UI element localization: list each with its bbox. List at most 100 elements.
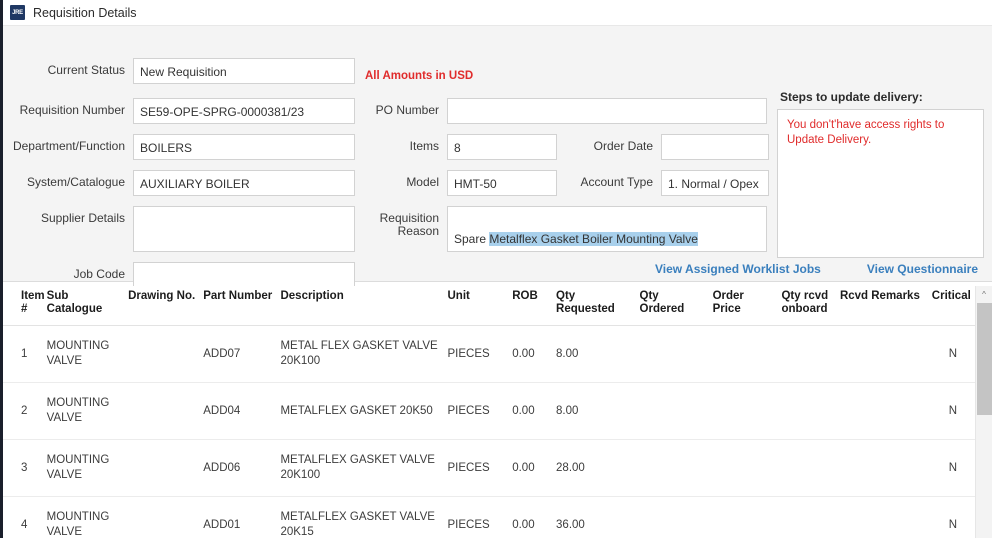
cell-qty-requested: 28.00 xyxy=(552,439,636,497)
label-system-catalogue: System/Catalogue xyxy=(26,175,125,189)
table-row[interactable]: 2 MOUNTING VALVE ADD04 METALFLEX GASKET 20K… xyxy=(3,382,978,440)
label-items: Items xyxy=(409,139,439,153)
input-requisition-reason[interactable]: Spare Metalflex Gasket Boiler Mounting V… xyxy=(447,206,767,252)
requisition-details-page: JRE Requisition Details Current Status N… xyxy=(0,0,992,538)
cell-drawing-no xyxy=(124,325,200,383)
cell-qty-rcvd-onboard xyxy=(777,382,836,440)
label-model: Model xyxy=(406,175,439,189)
cell-item: 1 xyxy=(3,325,43,383)
page-title: Requisition Details xyxy=(33,5,137,20)
action-links-row: View Assigned Worklist Jobs View Questio… xyxy=(3,262,992,276)
input-department-function[interactable]: BOILERS xyxy=(133,134,355,160)
cell-part-number: ADD06 xyxy=(199,439,277,497)
cell-rcvd-remarks xyxy=(835,382,928,440)
cell-unit: PIECES xyxy=(443,325,509,383)
field-order-date: Order Date xyxy=(573,134,769,160)
cell-part-number: ADD07 xyxy=(199,325,277,383)
link-view-questionnaire[interactable]: View Questionnaire xyxy=(867,262,978,276)
cell-unit: PIECES xyxy=(443,496,509,538)
column-header-qty-requested[interactable]: Qty Requested xyxy=(552,286,636,326)
label-requisition-number: Requisition Number xyxy=(19,103,125,117)
cell-order-price xyxy=(708,382,778,440)
cell-rcvd-remarks xyxy=(835,325,928,383)
input-po-number[interactable] xyxy=(447,98,767,124)
cell-drawing-no xyxy=(124,439,200,497)
input-order-date[interactable] xyxy=(661,134,769,160)
field-requisition-number: Requisition Number SE59-OPE-SPRG-0000381… xyxy=(3,98,355,124)
label-current-status: Current Status xyxy=(47,63,125,77)
table-row[interactable]: 3 MOUNTING VALVE ADD06 METALFLEX GASKET VAL… xyxy=(3,439,978,497)
column-header-drawing-no[interactable]: Drawing No. xyxy=(124,286,200,326)
field-current-status: Current Status New Requisition xyxy=(3,58,355,84)
field-department-function: Department/Function BOILERS xyxy=(3,134,355,160)
table-row[interactable]: 1 MOUNTING VALVE ADD07 METAL FLEX GASKET VA… xyxy=(3,325,978,383)
input-items[interactable]: 8 xyxy=(447,134,557,160)
input-requisition-number[interactable]: SE59-OPE-SPRG-0000381/23 xyxy=(133,98,355,124)
input-current-status[interactable]: New Requisition xyxy=(133,58,355,84)
cell-qty-requested: 8.00 xyxy=(552,325,636,383)
scroll-up-arrow-icon[interactable]: ^ xyxy=(976,286,992,302)
column-header-qty-rcvd-onboard[interactable]: Qty rcvd onboard xyxy=(777,286,836,326)
label-requisition-reason: Requisition Reason xyxy=(379,211,439,238)
column-header-rob[interactable]: ROB xyxy=(508,286,553,326)
table-row[interactable]: 4 MOUNTING VALVE ADD01 METALFLEX GASKET VAL… xyxy=(3,496,978,538)
label-order-date: Order Date xyxy=(593,139,653,153)
cell-sub-catalogue: MOUNTING VALVE xyxy=(42,496,125,538)
cell-critical: N xyxy=(927,496,978,538)
cell-sub-catalogue: MOUNTING VALVE xyxy=(42,325,125,383)
scrollbar-thumb[interactable] xyxy=(977,303,992,415)
cell-drawing-no xyxy=(124,382,200,440)
cell-rob: 0.00 xyxy=(508,325,553,383)
cell-description: METAL FLEX GASKET VALVE 20K100 xyxy=(276,325,444,383)
column-header-order-price[interactable]: Order Price xyxy=(708,286,778,326)
column-header-sub-catalogue[interactable]: Sub Catalogue xyxy=(42,286,125,326)
column-header-critical[interactable]: Critical xyxy=(927,286,978,326)
cell-critical: N xyxy=(927,382,978,440)
cell-qty-requested: 8.00 xyxy=(552,382,636,440)
table-header-row: Item # Sub Catalogue Drawing No. Part Nu… xyxy=(3,286,978,326)
requisition-reason-plain-text: Spare xyxy=(454,232,490,246)
column-header-qty-ordered[interactable]: Qty Ordered xyxy=(635,286,709,326)
cell-part-number: ADD01 xyxy=(199,496,277,538)
label-supplier-details: Supplier Details xyxy=(40,211,125,225)
input-model[interactable]: HMT-50 xyxy=(447,170,557,196)
column-header-unit[interactable]: Unit xyxy=(443,286,509,326)
application-icon-text: JRE xyxy=(12,9,23,16)
column-header-part-number[interactable]: Part Number xyxy=(199,286,277,326)
cell-qty-ordered xyxy=(635,496,709,538)
requisition-items-table: Item # Sub Catalogue Drawing No. Part Nu… xyxy=(3,286,978,538)
cell-sub-catalogue: MOUNTING VALVE xyxy=(42,439,125,497)
cell-qty-requested: 36.00 xyxy=(552,496,636,538)
cell-rcvd-remarks xyxy=(835,439,928,497)
column-header-rcvd-remarks[interactable]: Rcvd Remarks xyxy=(835,286,928,326)
cell-item: 4 xyxy=(3,496,43,538)
input-supplier-details[interactable] xyxy=(133,206,355,252)
link-view-assigned-worklist-jobs[interactable]: View Assigned Worklist Jobs xyxy=(655,262,821,276)
field-supplier-details: Supplier Details xyxy=(3,206,355,252)
cell-rcvd-remarks xyxy=(835,496,928,538)
requisition-form-region: Current Status New Requisition All Amoun… xyxy=(3,26,992,288)
table-vertical-scrollbar[interactable]: ^ xyxy=(975,286,992,538)
cell-order-price xyxy=(708,496,778,538)
column-header-item[interactable]: Item # xyxy=(3,286,45,326)
column-header-description[interactable]: Description xyxy=(276,286,444,326)
cell-rob: 0.00 xyxy=(508,496,553,538)
cell-sub-catalogue: MOUNTING VALVE xyxy=(42,382,125,440)
field-account-type: Account Type 1. Normal / Opex xyxy=(573,170,769,196)
input-system-catalogue[interactable]: AUXILIARY BOILER xyxy=(133,170,355,196)
delivery-access-message: You don't'have access rights to Update D… xyxy=(787,119,945,146)
label-account-type: Account Type xyxy=(580,175,654,189)
cell-critical: N xyxy=(927,325,978,383)
cell-qty-rcvd-onboard xyxy=(777,439,836,497)
cell-qty-rcvd-onboard xyxy=(777,496,836,538)
cell-order-price xyxy=(708,439,778,497)
application-icon: JRE xyxy=(10,5,25,20)
field-requisition-reason: Requisition Reason Spare Metalflex Gaske… xyxy=(365,206,767,252)
cell-qty-ordered xyxy=(635,439,709,497)
delivery-panel-title: Steps to update delivery: xyxy=(780,90,923,104)
cell-critical: N xyxy=(927,439,978,497)
field-model: Model HMT-50 xyxy=(365,170,557,196)
window-titlebar: JRE Requisition Details xyxy=(3,0,992,26)
input-account-type[interactable]: 1. Normal / Opex xyxy=(661,170,769,196)
label-department-function: Department/Function xyxy=(12,139,125,153)
